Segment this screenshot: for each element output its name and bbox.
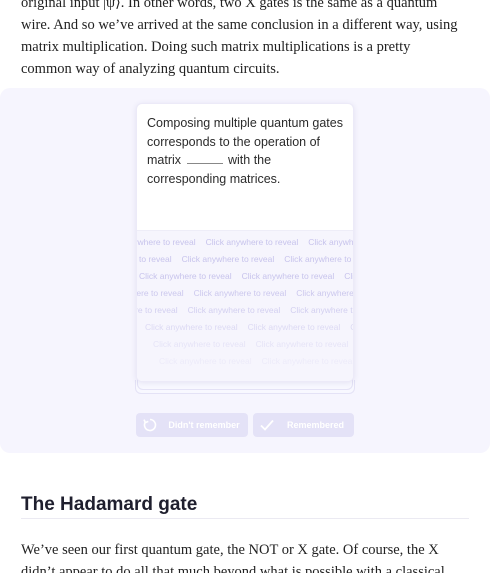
article-line: original input |ψ⟩. In other words, two …	[21, 0, 438, 11]
flashcard[interactable]: Composing multiple quantum gates corresp…	[136, 103, 354, 382]
reveal-hint-row: Click anywhere to revealClick anywhere t…	[137, 254, 353, 264]
section-heading: The Hadamard gate	[21, 494, 198, 515]
article-line: We’ve seen our first quantum gate, the N…	[21, 542, 439, 558]
article-line: didn’t appear to do all that much beyond…	[21, 564, 445, 573]
didnt-remember-button[interactable]: Didn't remember	[136, 413, 248, 437]
remembered-label: Remembered	[286, 420, 345, 430]
checkmark-icon	[257, 415, 277, 435]
article-line: common way of analyzing quantum circuits…	[21, 61, 280, 77]
reveal-hint-row: Click anywhere to revealClick anywhere t…	[159, 356, 354, 366]
article-paragraph-top: original input |ψ⟩. In other words, two …	[21, 0, 469, 80]
article-paragraph-bottom: We’ve seen our first quantum gate, the N…	[21, 539, 469, 573]
reveal-hint-row: Click anywhere to revealClick anywhere t…	[153, 339, 349, 349]
reveal-hint-row: Click anywhere to revealClick anywhere t…	[137, 305, 353, 315]
section-divider	[21, 518, 469, 519]
reveal-hint-row: Click anywhere to revealClick anywhere t…	[139, 271, 353, 281]
didnt-remember-label: Didn't remember	[168, 420, 240, 430]
reveal-answer-area[interactable]: Click anywhere to revealClick anywhere t…	[137, 230, 354, 381]
reveal-hint-row: Click anywhere to revealClick anywhere t…	[137, 237, 354, 247]
remembered-button[interactable]: Remembered	[253, 413, 354, 437]
article-line: wire. And so we’ve arrived at the same c…	[21, 17, 458, 33]
reveal-hint-row: Click anywhere to revealClick anywhere t…	[137, 288, 354, 298]
cloze-blank	[186, 152, 223, 164]
flashcard-prompt: Composing multiple quantum gates corresp…	[147, 114, 347, 188]
reveal-hint-row: Click anywhere to revealClick anywhere t…	[145, 322, 353, 332]
retry-icon	[140, 415, 160, 435]
article-line: matrix multiplication. Doing such matrix…	[21, 39, 411, 55]
